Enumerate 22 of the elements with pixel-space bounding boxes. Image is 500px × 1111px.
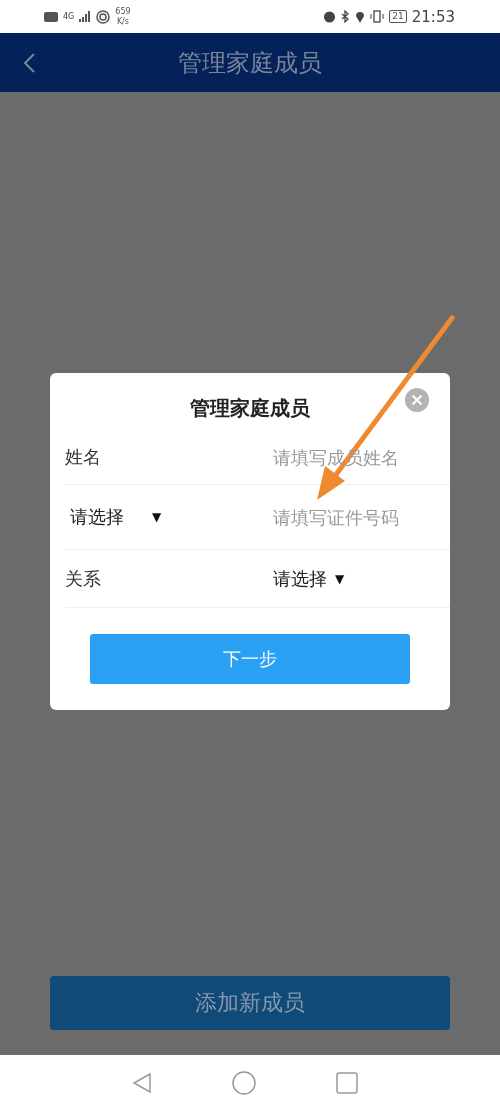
type-dropdown[interactable]: 请选择 ▼	[65, 505, 162, 529]
battery-level: 21	[389, 10, 407, 23]
home-icon[interactable]	[232, 1071, 256, 1095]
page-title: 管理家庭成员	[178, 47, 322, 79]
back-icon[interactable]	[132, 1072, 152, 1094]
dialog-title: 管理家庭成员	[190, 395, 310, 422]
hotspot-icon	[96, 9, 111, 24]
close-icon[interactable]	[404, 387, 430, 413]
recents-icon[interactable]	[336, 1072, 358, 1094]
vibrate-icon	[370, 10, 385, 23]
back-icon[interactable]	[22, 52, 36, 74]
location-icon	[355, 10, 366, 23]
clock-time: 21:53	[411, 7, 455, 26]
bluetooth-icon	[341, 10, 351, 23]
field-label: 姓名	[65, 445, 101, 469]
input-field[interactable]: 请填写证件号码	[273, 506, 408, 528]
speed-unit: K/s	[116, 16, 129, 27]
field-label: 关系	[65, 566, 101, 591]
signal-icon	[79, 11, 92, 22]
speed-value: 659	[115, 6, 131, 17]
relation-dropdown[interactable]: 请选择 ▼	[273, 566, 408, 591]
network-type: 4G	[63, 12, 75, 21]
